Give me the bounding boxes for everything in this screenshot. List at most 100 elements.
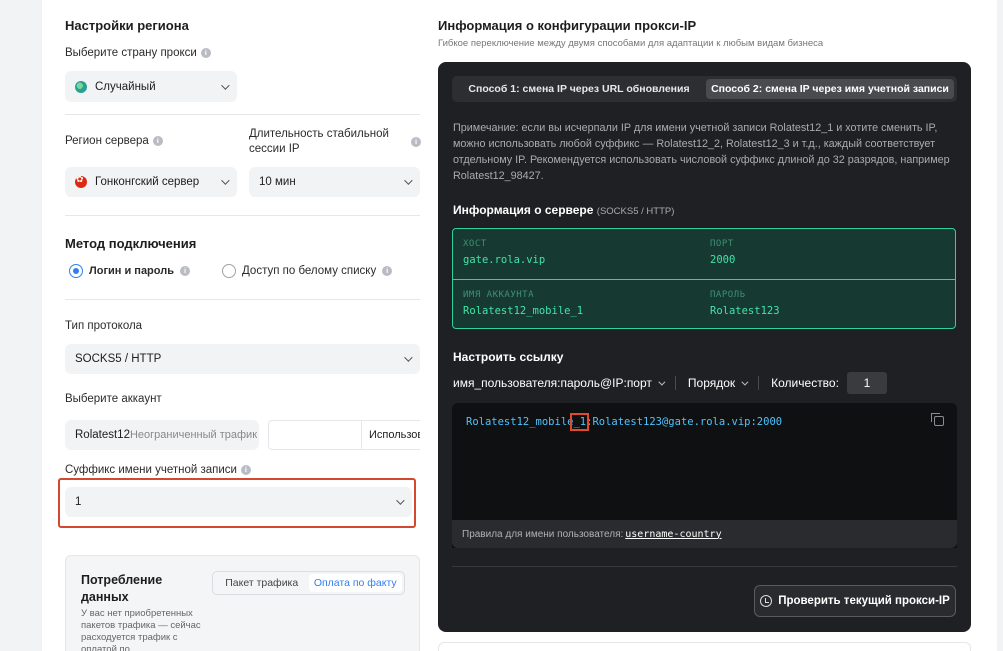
- consumption-desc: У вас нет приобретенных пакетов трафика …: [81, 608, 201, 651]
- count-input[interactable]: 1: [846, 372, 887, 394]
- consumption-tabs: Пакет трафика Оплата по факту: [212, 571, 405, 595]
- chevron-down-icon: [221, 80, 230, 90]
- chevron-down-icon: [404, 353, 413, 362]
- format-value: имя_пользователя:пароль@IP:порт: [453, 376, 652, 390]
- tab-method-1[interactable]: Способ 1: смена IP через URL обновления: [455, 79, 703, 99]
- server-region-select[interactable]: Гонконгский сервер: [65, 167, 237, 197]
- order-dropdown[interactable]: Порядок: [687, 376, 749, 390]
- country-select-value: Случайный: [95, 80, 156, 93]
- connection-method-title: Метод подключения: [65, 236, 197, 251]
- session-duration-value: 10 мин: [259, 176, 296, 188]
- server-info-title-text: Информация о сервере: [453, 203, 594, 217]
- host-cell: ХОСТ gate.rola.vip: [453, 229, 555, 279]
- data-consumption-card: Потребление данных У вас нет приобретенн…: [65, 555, 420, 651]
- radio-unselected-icon: [222, 264, 236, 278]
- suffix-value: 1: [75, 496, 82, 508]
- divider: [65, 114, 420, 115]
- server-info-protocol: (SOCKS5 / HTTP): [596, 206, 675, 217]
- info-icon[interactable]: i: [240, 465, 251, 475]
- port-value[interactable]: 2000: [710, 254, 735, 266]
- config-subtitle: Гибкое переключение между двумя способам…: [438, 38, 824, 49]
- copy-icon[interactable]: [931, 413, 944, 426]
- config-title: Информация о конфигурации прокси-IP: [438, 18, 697, 33]
- account-used-label: Использовано: [369, 429, 420, 441]
- radio-whitelist-label: Доступ по белому списку: [242, 265, 377, 277]
- proxy-string[interactable]: Rolatest12_mobile_1:Rolatest123@gate.rol…: [466, 413, 783, 431]
- port-label: ПОРТ: [710, 239, 734, 249]
- info-icon[interactable]: i: [179, 266, 190, 276]
- info-icon[interactable]: i: [382, 266, 393, 276]
- check-proxy-label: Проверить текущий прокси-IP: [778, 595, 950, 607]
- radio-login-password[interactable]: Логин и пароль i: [69, 264, 190, 278]
- password-value[interactable]: Rolatest123: [710, 305, 780, 317]
- port-cell: ПОРТ 2000: [700, 229, 745, 279]
- account-traffic: Неограниченный трафик: [129, 429, 258, 441]
- session-label-text: Длительность стабильной сессии IP: [249, 128, 389, 155]
- info-icon[interactable]: i: [152, 136, 163, 146]
- info-icon[interactable]: i: [200, 48, 211, 58]
- country-select[interactable]: Случайный: [65, 71, 237, 102]
- protocol-label: Тип протокола: [65, 320, 143, 332]
- method-switch: Способ 1: смена IP через URL обновления …: [452, 76, 957, 102]
- account-value: Rolatest12: [75, 429, 130, 441]
- link-config-title: Настроить ссылку: [453, 350, 564, 364]
- region-settings-title: Настройки региона: [65, 18, 189, 33]
- divider: [65, 299, 420, 300]
- consumption-title: Потребление данных: [81, 573, 163, 604]
- chevron-down-icon: [221, 176, 230, 185]
- radio-login-label: Логин и пароль: [89, 265, 174, 277]
- server-region-label-text: Регион сервера: [65, 135, 149, 147]
- next-card: [438, 642, 971, 651]
- host-value[interactable]: gate.rola.vip: [463, 254, 545, 266]
- tab-method-2[interactable]: Способ 2: смена IP через имя учетной зап…: [706, 79, 954, 99]
- globe-icon: [75, 80, 87, 93]
- protocol-select[interactable]: SOCKS5 / HTTP: [65, 344, 420, 374]
- server-region-label: Регион сервера i: [65, 135, 163, 147]
- account-usage-box: Использовано: [268, 420, 420, 450]
- radio-selected-icon: [69, 264, 83, 278]
- count-label: Количество:: [771, 376, 839, 390]
- radio-whitelist[interactable]: Доступ по белому списку i: [222, 264, 393, 278]
- suffix-label-text: Суффикс имени учетной записи: [65, 464, 237, 476]
- rules-label: Правила для имени пользователя:: [462, 528, 624, 540]
- chevron-down-icon: [658, 378, 666, 386]
- tab-traffic-package[interactable]: Пакет трафика: [215, 574, 309, 592]
- session-label: Длительность стабильной сессии IP i: [249, 127, 421, 157]
- clock-icon: [760, 595, 773, 607]
- tab-pay-as-you-go[interactable]: Оплата по факту: [308, 574, 402, 592]
- divider: [452, 566, 957, 567]
- server-info-row: ИМЯ АККАУНТА Rolatest12_mobile_1 ПАРОЛЬ …: [453, 279, 955, 329]
- host-label: ХОСТ: [463, 239, 487, 249]
- order-label: Порядок: [687, 376, 736, 390]
- server-info-row: ХОСТ gate.rola.vip ПОРТ 2000: [453, 229, 955, 279]
- country-label-text: Выберите страну прокси: [65, 47, 197, 59]
- server-region-value: Гонконгский сервер: [95, 176, 200, 188]
- chevron-down-icon: [396, 496, 405, 505]
- password-cell: ПАРОЛЬ Rolatest123: [700, 280, 790, 330]
- username-rules: Правила для имени пользователя: username…: [452, 520, 957, 548]
- country-label: Выберите страну прокси i: [65, 47, 211, 59]
- chevron-down-icon: [404, 176, 413, 185]
- link-config-row: имя_пользователя:пароль@IP:порт Порядок …: [453, 372, 887, 394]
- config-dark-panel: Способ 1: смена IP через URL обновления …: [438, 62, 971, 632]
- format-dropdown[interactable]: имя_пользователя:пароль@IP:порт: [453, 376, 666, 390]
- config-note: Примечание: если вы исчерпали IP для име…: [453, 122, 950, 182]
- account-name-value[interactable]: Rolatest12_mobile_1: [463, 305, 583, 317]
- check-proxy-button[interactable]: Проверить текущий прокси-IP: [754, 585, 956, 617]
- account-label: Выберите аккаунт: [65, 393, 162, 405]
- suffix-label: Суффикс имени учетной записи i: [65, 464, 251, 476]
- divider: [65, 215, 420, 216]
- server-info-grid: ХОСТ gate.rola.vip ПОРТ 2000 ИМЯ АККАУНТ…: [452, 228, 956, 329]
- proxy-string-suffix: :Rolatest123@gate.rola.vip:2000: [586, 416, 783, 428]
- account-select[interactable]: Rolatest12 Неограниченный трафик: [65, 420, 259, 450]
- hong-kong-flag-icon: [75, 174, 87, 188]
- chevron-down-icon: [741, 378, 749, 386]
- info-icon[interactable]: i: [411, 137, 421, 147]
- proxy-string-prefix: Rolatest12_mobile: [466, 416, 574, 428]
- session-duration-select[interactable]: 10 мин: [249, 167, 420, 197]
- suffix-select[interactable]: 1: [65, 487, 412, 517]
- account-cell: ИМЯ АККАУНТА Rolatest12_mobile_1: [453, 280, 593, 330]
- protocol-value: SOCKS5 / HTTP: [75, 353, 162, 365]
- server-info-title: Информация о сервере (SOCKS5 / HTTP): [453, 203, 674, 217]
- rules-link[interactable]: username-country: [625, 529, 721, 540]
